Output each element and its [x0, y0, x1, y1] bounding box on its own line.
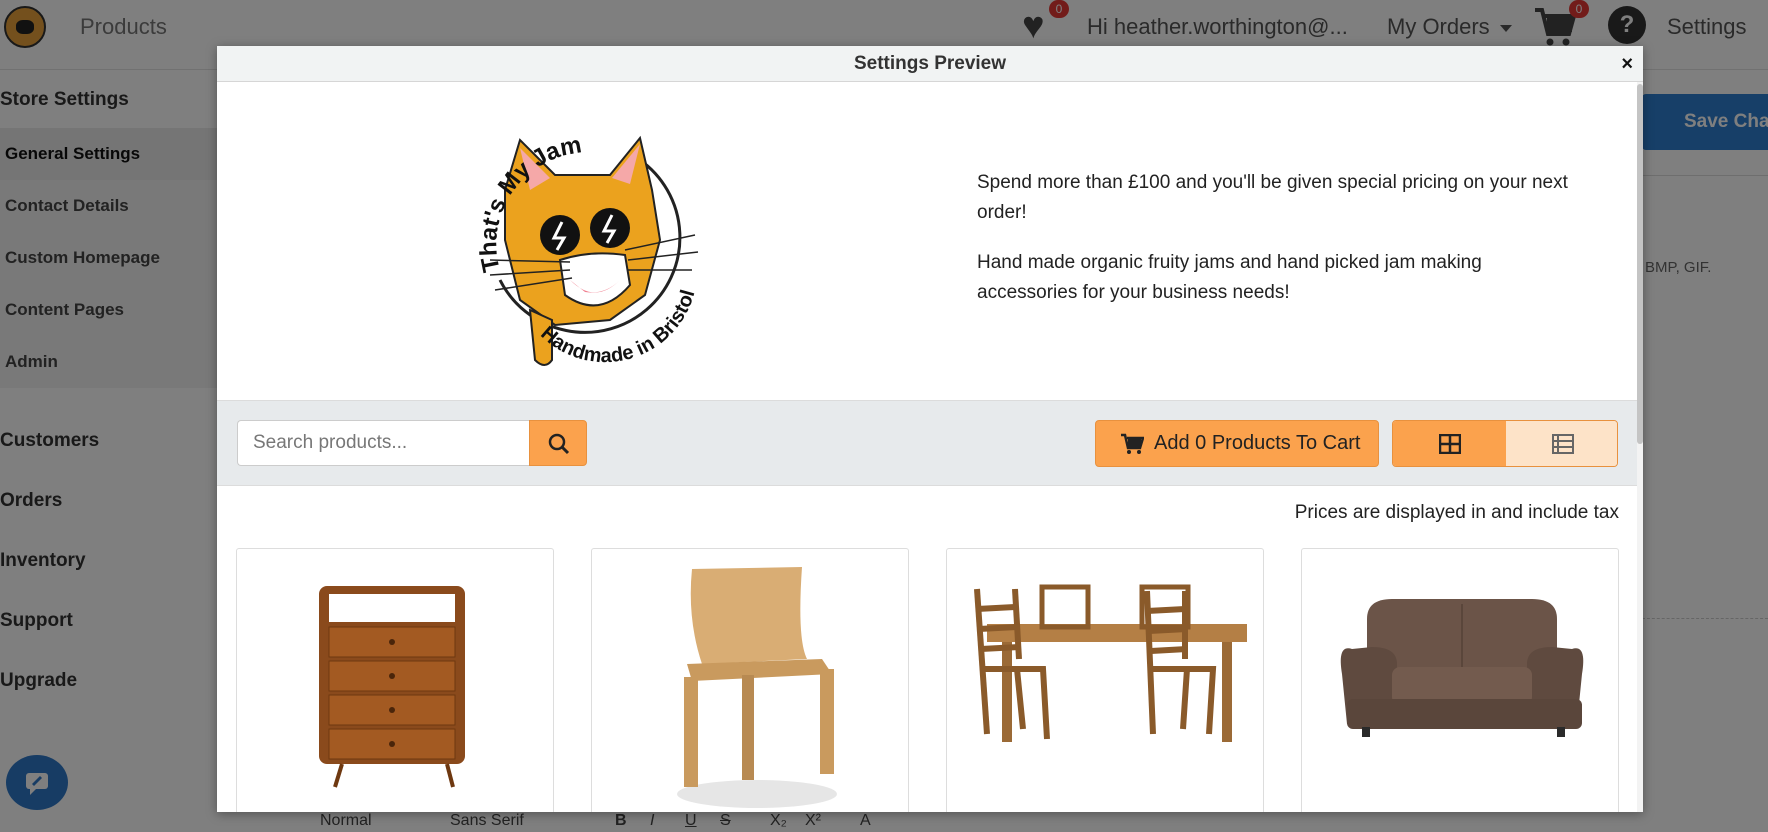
view-toggle-group — [1392, 420, 1618, 467]
product-toolbar: Add 0 Products To Cart — [217, 400, 1637, 486]
search-button[interactable] — [529, 420, 587, 466]
list-view-button[interactable] — [1506, 421, 1617, 466]
store-logo: That's My Jam Handmade in Bristol — [475, 131, 699, 367]
store-banner: That's My Jam Handmade in Bristol Spend … — [217, 82, 1637, 400]
settings-preview-modal: Settings Preview × That's My Jam Handmad… — [217, 46, 1643, 812]
product-card[interactable] — [236, 548, 554, 812]
sofa-image — [1340, 599, 1584, 737]
list-icon — [1552, 434, 1574, 454]
promo-text: Spend more than £100 and you'll be given… — [977, 168, 1577, 328]
promo-line-1: Spend more than £100 and you'll be given… — [977, 172, 1568, 223]
product-card[interactable] — [591, 548, 909, 812]
promo-line-2: Hand made organic fruity jams and hand p… — [977, 252, 1482, 303]
tax-note: Prices are displayed in and include tax — [1294, 502, 1619, 523]
search-icon — [548, 433, 570, 455]
modal-header: Settings Preview × — [217, 46, 1643, 82]
modal-scrollbar-thumb[interactable] — [1637, 84, 1643, 444]
chair-image — [677, 567, 837, 808]
add-to-cart-label: Add 0 Products To Cart — [1154, 432, 1361, 454]
product-card[interactable] — [1301, 548, 1619, 812]
modal-title: Settings Preview — [853, 53, 1007, 74]
product-card[interactable] — [946, 548, 1264, 812]
close-icon[interactable]: × — [1621, 46, 1633, 82]
grid-view-button[interactable] — [1393, 421, 1506, 466]
cart-plus-icon — [1121, 433, 1144, 454]
grid-icon — [1439, 434, 1461, 454]
add-to-cart-button[interactable]: Add 0 Products To Cart — [1095, 420, 1379, 467]
dining-set-image — [974, 584, 1247, 742]
chest-of-drawers-image — [319, 586, 465, 788]
search-input[interactable] — [237, 420, 529, 466]
